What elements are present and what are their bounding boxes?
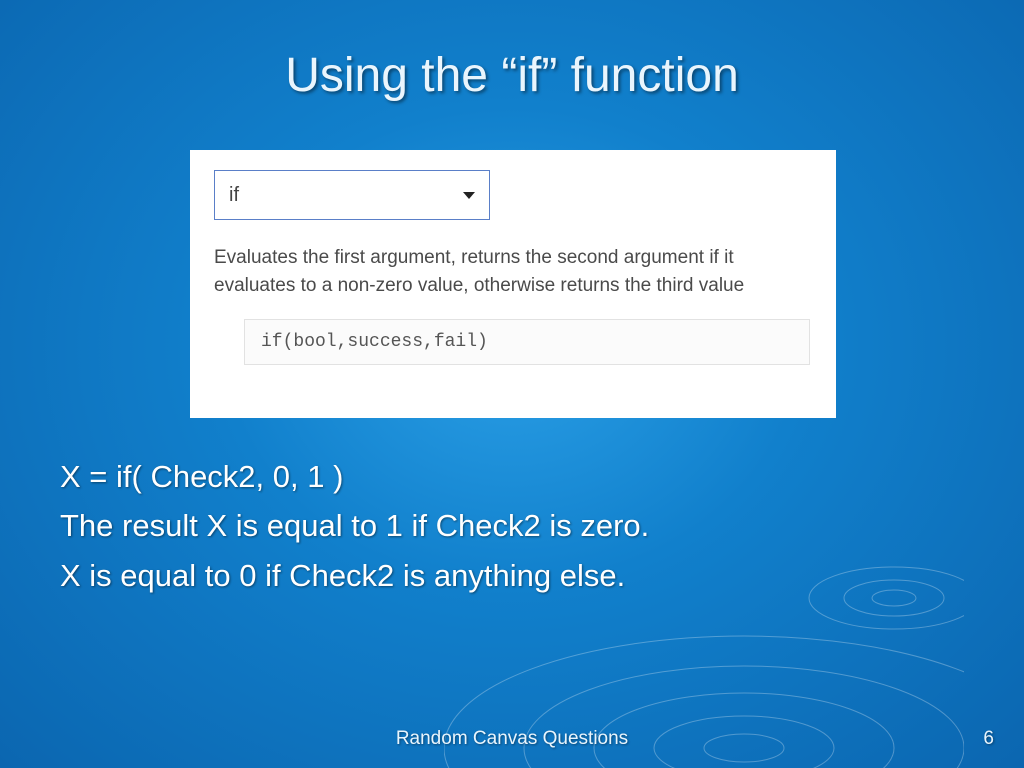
body-line-3: X is equal to 0 if Check2 is anything el… [60,554,964,597]
page-number: 6 [983,728,994,750]
slide: Using the “if” function if Evaluates the… [0,0,1024,768]
function-dropdown[interactable]: if [214,170,490,220]
slide-body: X = if( Check2, 0, 1 ) The result X is e… [60,455,964,603]
body-line-1: X = if( Check2, 0, 1 ) [60,455,964,498]
function-description: Evaluates the first argument, returns th… [214,244,812,299]
body-line-2: The result X is equal to 1 if Check2 is … [60,504,964,547]
chevron-down-icon [463,192,475,199]
dropdown-value: if [229,184,239,207]
info-panel: if Evaluates the first argument, returns… [190,150,836,418]
slide-title: Using the “if” function [0,48,1024,103]
code-example: if(bool,success,fail) [244,319,810,365]
footer-title: Random Canvas Questions [0,728,1024,750]
